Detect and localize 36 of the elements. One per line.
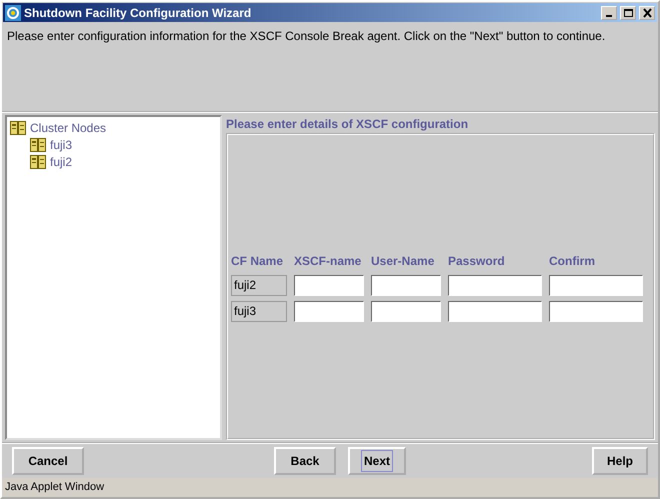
cf-name-cell: fuji2 bbox=[231, 274, 287, 296]
wizard-button[interactable]: Help bbox=[592, 447, 648, 475]
column-header: Password bbox=[448, 252, 506, 270]
wizard-button[interactable]: Next bbox=[348, 447, 406, 475]
maximize-button[interactable] bbox=[620, 6, 636, 20]
minimize-button[interactable] bbox=[601, 6, 617, 20]
maximize-icon bbox=[622, 8, 634, 18]
input-field[interactable] bbox=[549, 300, 643, 322]
column-header: Confirm bbox=[549, 252, 596, 270]
wizard-button[interactable]: Cancel bbox=[12, 447, 84, 475]
column-header: XSCF-name bbox=[294, 252, 362, 270]
instruction-text: Please enter configuration information for the XSCF Console Break agent. Click on the "Next" button to continue. bbox=[7, 28, 606, 45]
input-field[interactable] bbox=[371, 300, 441, 322]
section-heading: Please enter details of XSCF configuration bbox=[226, 116, 470, 133]
input-field[interactable] bbox=[294, 300, 364, 322]
server-icon bbox=[10, 120, 26, 136]
column-header: User-Name bbox=[371, 252, 436, 270]
wizard-button[interactable]: Back bbox=[274, 447, 336, 475]
cf-name-cell: fuji3 bbox=[231, 300, 287, 322]
input-field[interactable] bbox=[448, 274, 542, 296]
input-field[interactable] bbox=[294, 274, 364, 296]
input-field[interactable] bbox=[549, 274, 643, 296]
input-field[interactable] bbox=[448, 300, 542, 322]
tree-node[interactable]: fuji2 bbox=[50, 152, 72, 170]
column-header: CF Name bbox=[231, 252, 284, 270]
minimize-icon bbox=[606, 14, 612, 16]
status-text: Java Applet Window bbox=[5, 480, 104, 496]
close-icon bbox=[642, 8, 652, 18]
server-icon bbox=[30, 154, 46, 170]
window-title: Shutdown Facility Configuration Wizard bbox=[24, 4, 252, 22]
server-icon bbox=[30, 136, 46, 152]
input-field[interactable] bbox=[371, 274, 441, 296]
tree-node[interactable]: Cluster Nodes bbox=[30, 118, 106, 136]
tree-node[interactable]: fuji3 bbox=[50, 136, 72, 154]
close-button[interactable] bbox=[639, 6, 655, 20]
app-icon bbox=[5, 4, 21, 20]
